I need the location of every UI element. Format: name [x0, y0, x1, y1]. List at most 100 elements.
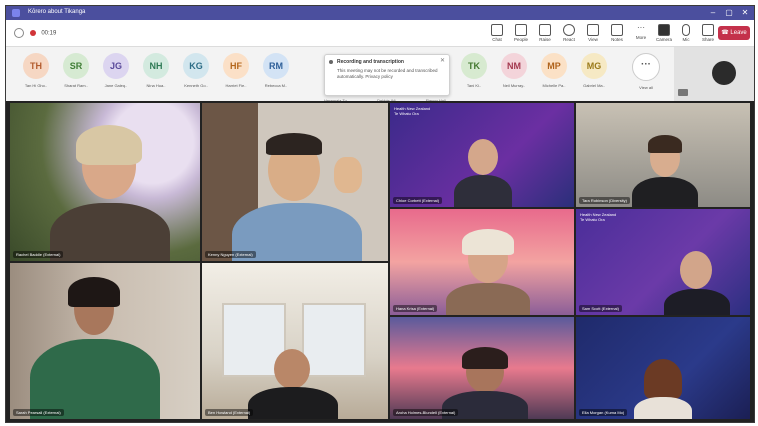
avatar: NM [501, 53, 527, 79]
video-tile[interactable]: Health New Zealand Te Whatu Ora Sam Scot… [576, 209, 750, 315]
participant-name: Neil Murray.. [502, 83, 526, 88]
participant-label: Hana Krisa (External) [393, 305, 438, 312]
participant-avatar-tile[interactable]: KG Kenneth Go.. [176, 51, 216, 97]
video-tile[interactable]: Health New Zealand Te Whatu Ora Chloe Co… [390, 103, 574, 207]
participant-body [634, 397, 692, 419]
video-tile[interactable]: Hana Krisa (External) [390, 209, 574, 315]
organization-watermark: Health New Zealand Te Whatu Ora [580, 212, 617, 222]
recording-notice-body: This meeting may not be recorded and tra… [337, 68, 438, 79]
video-tile[interactable]: Sarah Pearsall (External) [10, 263, 200, 419]
participant-name: Harriet Fie.. [225, 83, 247, 88]
avatar: TK [461, 53, 487, 79]
people-icon [515, 24, 527, 36]
participant-label: Ben Howland (External) [205, 409, 254, 416]
raise-hand-button[interactable]: Raise [535, 23, 555, 43]
participant-avatar-tile[interactable]: NH Nina Hua.. [136, 51, 176, 97]
meeting-toolbar: 00:19 Chat People Raise React View Notes… [6, 20, 754, 47]
participant-hair [266, 133, 322, 155]
react-button[interactable]: React [559, 23, 579, 43]
people-button[interactable]: People [511, 23, 531, 43]
background-window [302, 303, 366, 377]
participant-hair [462, 347, 508, 369]
camera-button[interactable]: Camera [654, 23, 674, 43]
participant-avatar-tile[interactable]: MP Michelle Pa.. [534, 51, 574, 97]
participant-avatar-tile[interactable]: TK Tani Ki.. [454, 51, 494, 97]
grid-view-icon [587, 24, 599, 36]
meeting-status: 00:19 [14, 28, 56, 38]
participant-body [50, 203, 170, 261]
avatar: TH [23, 53, 49, 79]
view-button[interactable]: View [583, 23, 603, 43]
participant-label: Kenny Nguyen (External) [205, 251, 256, 258]
participant-hair [76, 125, 142, 165]
participant-name: Sharat Ram.. [64, 83, 88, 88]
participant-avatar-tile[interactable]: RM Rebecca M.. [256, 51, 296, 97]
avatar: HF [223, 53, 249, 79]
participant-face [468, 139, 498, 175]
video-tile[interactable]: Tara Robinson (Diversity) [576, 103, 750, 207]
participant-body [446, 283, 530, 315]
close-window-icon[interactable]: ✕ [738, 7, 752, 19]
more-icon: ··· [637, 23, 645, 32]
participant-label: Rachel Baddle (External) [13, 251, 64, 258]
recording-indicator-icon [29, 30, 36, 36]
avatar: SR [63, 53, 89, 79]
video-tile[interactable]: Ella Morgan (Kuma Mo) [576, 317, 750, 419]
camera-icon [658, 24, 670, 36]
participant-body [632, 177, 698, 207]
self-preview [674, 47, 754, 101]
participant-name: Rebecca M.. [264, 83, 288, 88]
participant-body [454, 175, 512, 207]
more-icon: ··· [632, 53, 660, 81]
phone-hangup-icon: ☎ [721, 30, 729, 36]
participant-avatar-tile[interactable]: MG Gabriel Ma.. [574, 51, 614, 97]
more-button[interactable]: ··· More [631, 23, 651, 43]
shield-icon [14, 28, 24, 38]
video-tile[interactable]: Kenny Nguyen (External) [202, 103, 388, 261]
participant-name: Nina Hua.. [146, 83, 166, 88]
participant-body [30, 339, 160, 419]
participant-label: Chloe Corbett (External) [393, 197, 443, 204]
recording-notice: Recording and transcription ✕ This meeti… [324, 54, 450, 96]
video-grid: Rachel Baddle (External) Kenny Nguyen (E… [6, 101, 754, 422]
expand-icon[interactable] [678, 89, 688, 96]
notes-button[interactable]: Notes [607, 23, 627, 43]
close-notice-icon[interactable]: ✕ [440, 57, 445, 64]
participant-avatar-tile[interactable]: SR Sharat Ram.. [56, 51, 96, 97]
participant-hand [334, 157, 362, 193]
video-tile[interactable]: Rachel Baddle (External) [10, 103, 200, 261]
title-bar: Kōrero about Tikanga – ▢ ✕ [6, 6, 754, 20]
participant-hair [648, 135, 682, 153]
notes-icon [611, 24, 623, 36]
participant-label: Sam Scott (External) [579, 305, 622, 312]
participant-hair [462, 229, 514, 255]
maximize-icon[interactable]: ▢ [722, 7, 736, 19]
share-button[interactable]: Share [698, 23, 718, 43]
mic-button[interactable]: Mic [676, 23, 696, 43]
participant-body [248, 387, 338, 419]
participant-avatar-tile[interactable]: JG Jane Galeq.. [96, 51, 136, 97]
info-icon [329, 60, 333, 64]
leave-button[interactable]: ☎ Leave [718, 26, 750, 40]
participant-name: Michelle Pa.. [542, 83, 566, 88]
avatar: NH [143, 53, 169, 79]
hand-icon [539, 24, 551, 36]
video-tile[interactable]: Ben Howland (External) [202, 263, 388, 419]
chat-button[interactable]: Chat [487, 23, 507, 43]
participant-name: Tani Ki.. [466, 83, 482, 88]
participant-name: Tan Hi Gho.. [24, 83, 48, 88]
meeting-timer: 00:19 [41, 30, 57, 37]
participant-label: Aroha Holmes-Blundell (External) [393, 409, 459, 416]
teams-app-icon [12, 9, 20, 17]
participant-avatar-tile[interactable]: NM Neil Murray.. [494, 51, 534, 97]
video-tile[interactable]: Aroha Holmes-Blundell (External) [390, 317, 574, 419]
participant-avatar-tile[interactable]: TH Tan Hi Gho.. [16, 51, 56, 97]
minimize-icon[interactable]: – [706, 7, 720, 19]
participant-name: Gabriel Ma.. [583, 83, 605, 88]
avatar: MP [541, 53, 567, 79]
participant-face [680, 251, 712, 289]
view-all-participants-button[interactable]: ··· View all [626, 51, 666, 97]
participant-name: Kenneth Go.. [184, 83, 208, 88]
participant-face [274, 349, 310, 389]
participant-avatar-tile[interactable]: HF Harriet Fie.. [216, 51, 256, 97]
